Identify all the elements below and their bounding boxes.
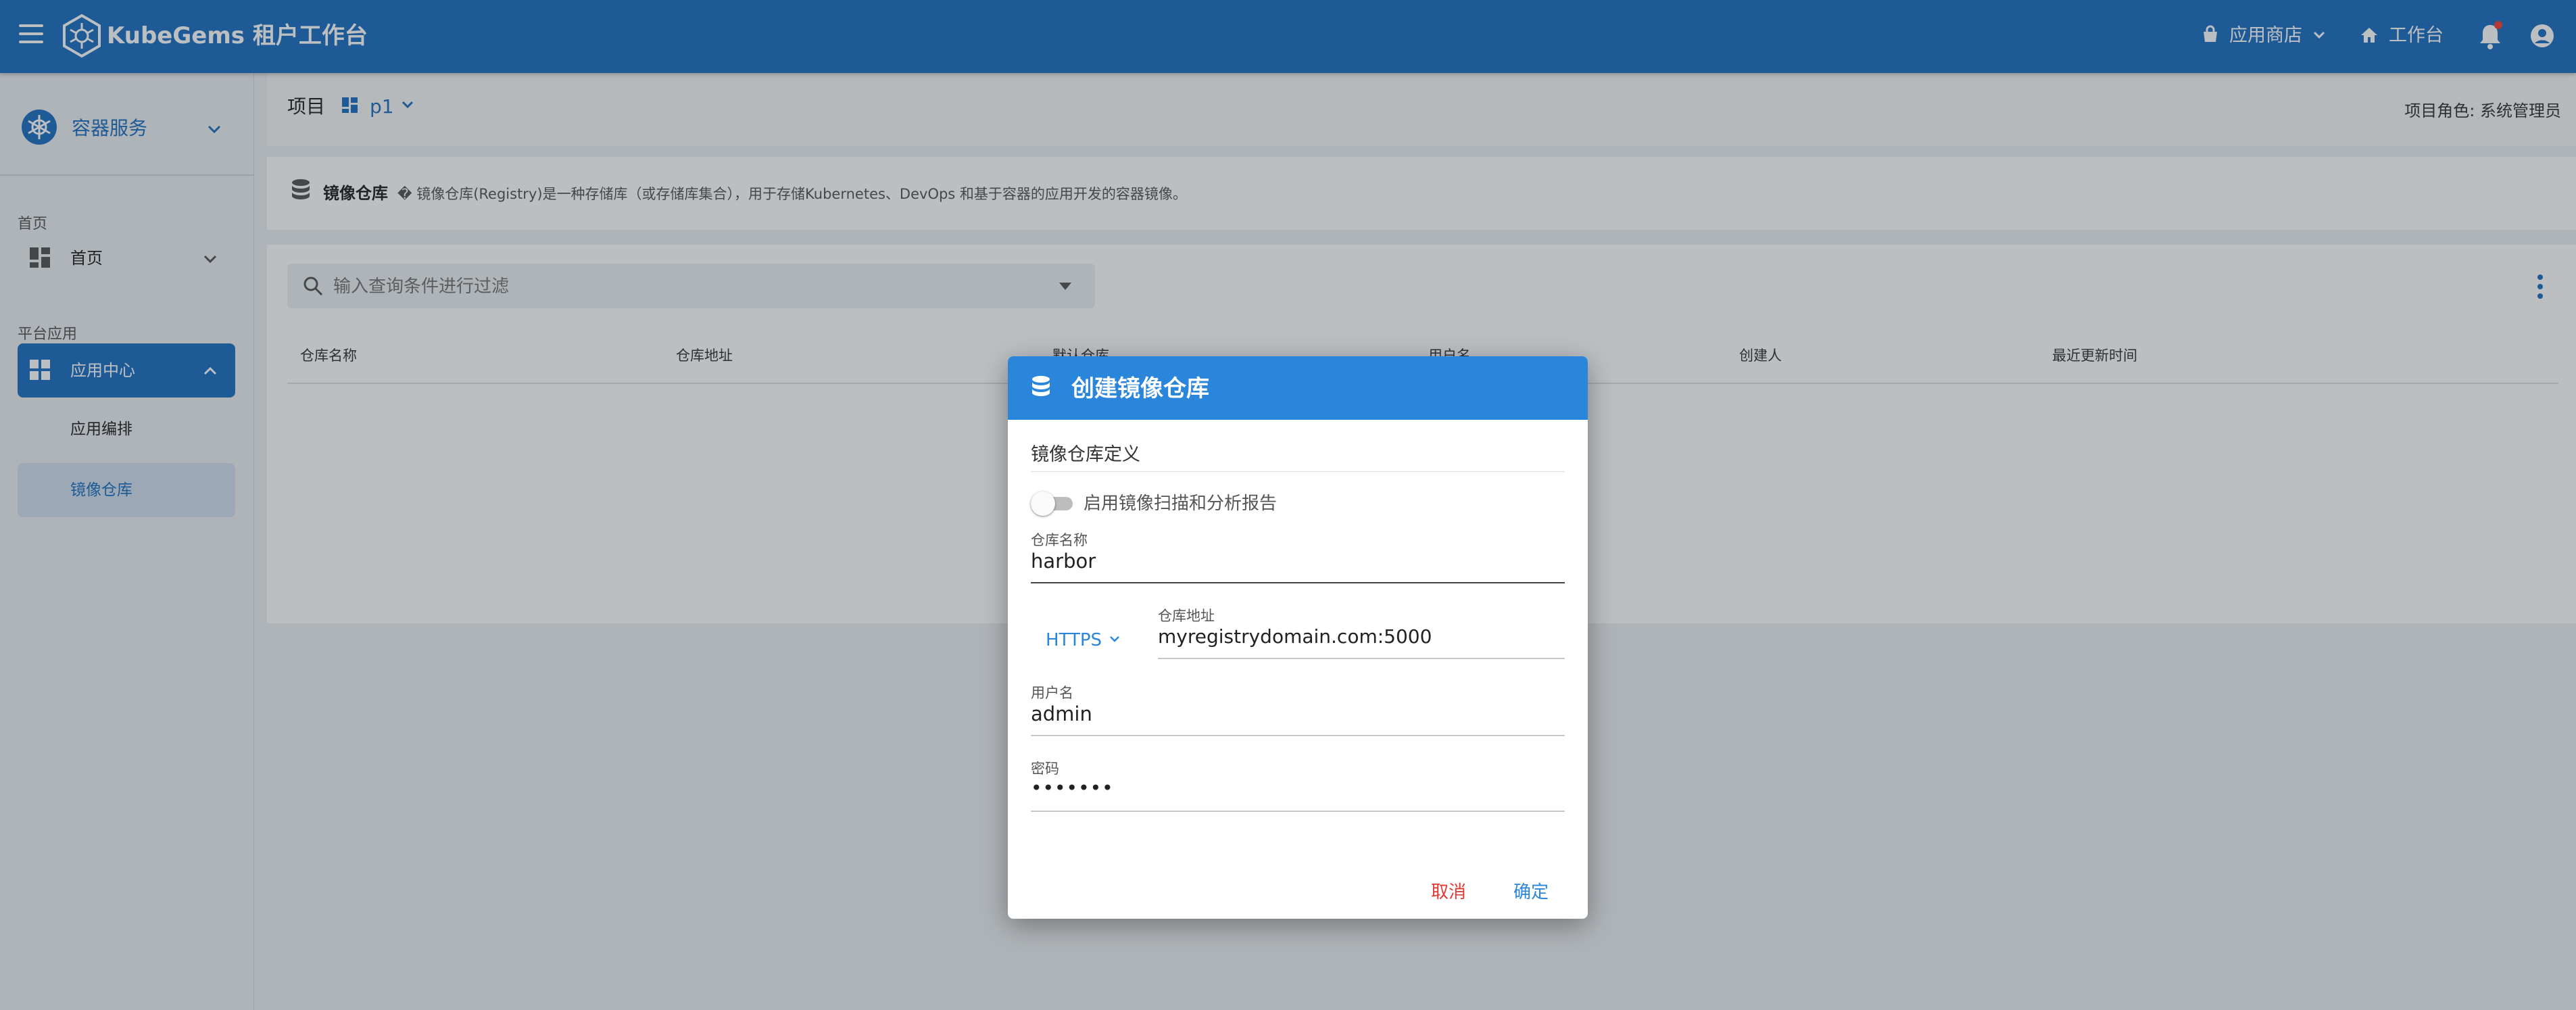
name-input[interactable]: harbor — [1031, 550, 1096, 573]
username-input[interactable]: admin — [1031, 702, 1092, 725]
username-label: 用户名 — [1031, 685, 1073, 701]
address-underline — [1158, 658, 1565, 659]
address-label: 仓库地址 — [1158, 608, 1215, 624]
password-input[interactable]: ••••••• — [1031, 777, 1114, 799]
cancel-button[interactable]: 取消 — [1431, 878, 1466, 903]
dialog-title: 创建镜像仓库 — [1071, 375, 1209, 402]
password-underline — [1031, 811, 1565, 812]
protocol-select[interactable]: HTTPS — [1046, 627, 1102, 654]
scan-toggle-label: 启用镜像扫描和分析报告 — [1084, 494, 1278, 514]
create-registry-dialog: 创建镜像仓库 镜像仓库定义 启用镜像扫描和分析报告 仓库名称 harbor HT… — [1008, 356, 1588, 919]
name-underline — [1031, 582, 1565, 583]
chevron-down-icon[interactable] — [1108, 632, 1121, 646]
dialog-header: 创建镜像仓库 — [1008, 356, 1588, 420]
address-input[interactable]: myregistrydomain.com:5000 — [1158, 625, 1432, 648]
section-divider — [1031, 471, 1565, 472]
scan-toggle[interactable] — [1031, 489, 1075, 519]
password-label: 密码 — [1031, 761, 1059, 777]
database-icon — [1032, 376, 1050, 396]
confirm-button[interactable]: 确定 — [1513, 878, 1549, 903]
username-underline — [1031, 735, 1565, 736]
name-label: 仓库名称 — [1031, 532, 1088, 548]
section-title: 镜像仓库定义 — [1031, 444, 1140, 465]
